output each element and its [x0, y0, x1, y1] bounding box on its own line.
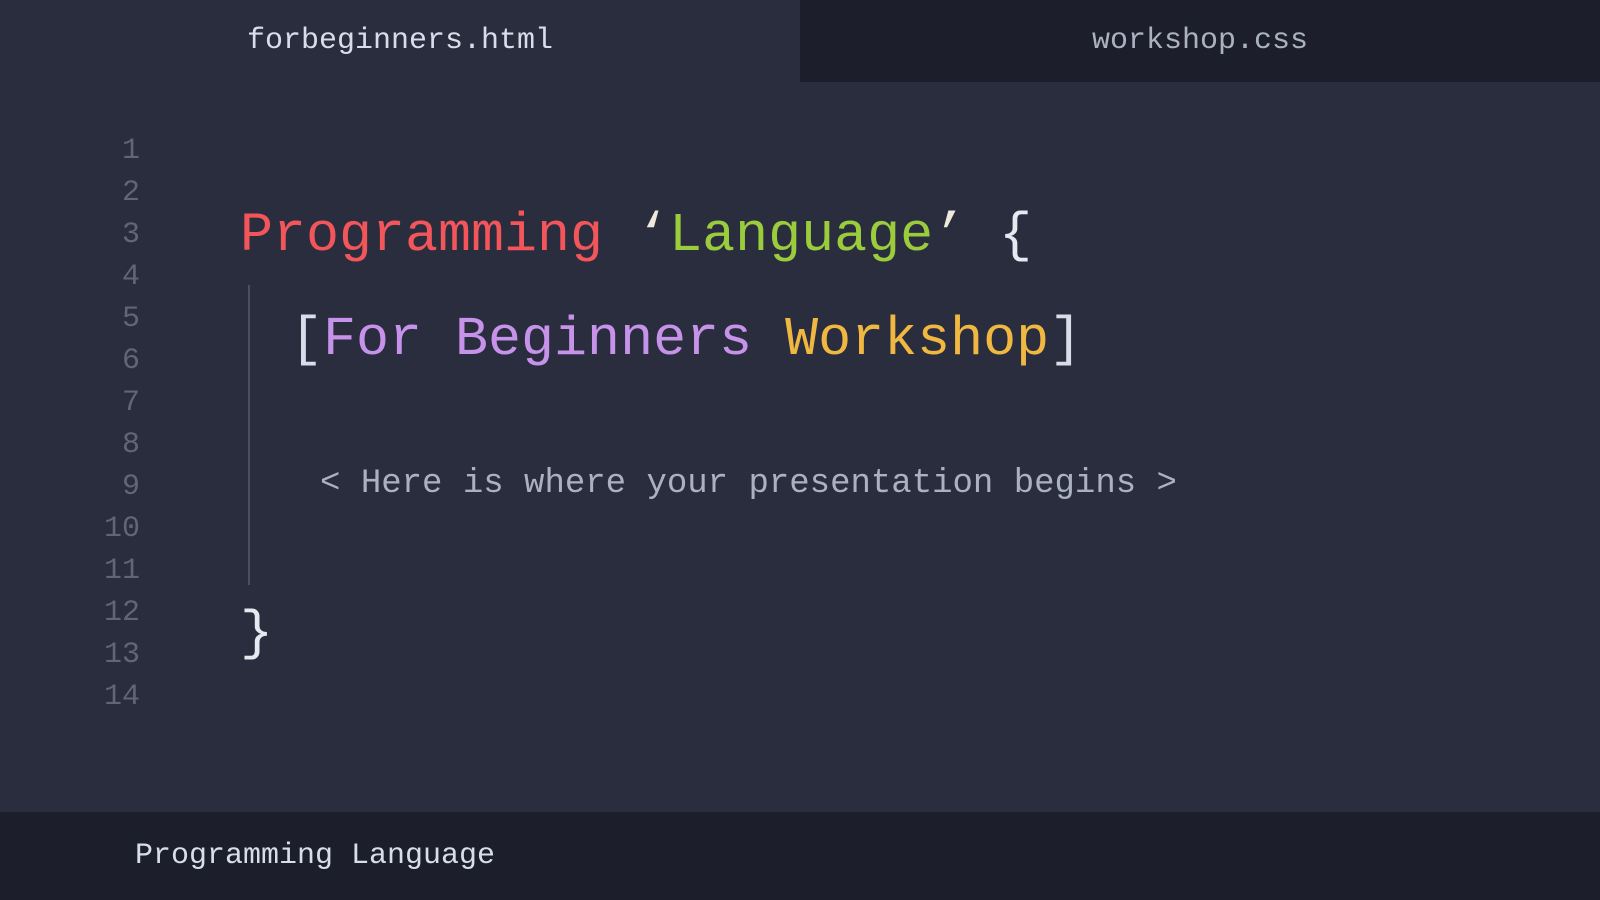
keyword-programming: Programming [240, 204, 603, 267]
description-line: < Here is where your presentation begins… [320, 465, 1177, 503]
text-for-beginners: For Beginners [323, 308, 752, 371]
line-number: 10 [104, 508, 140, 550]
angle-close: > [1136, 465, 1177, 503]
subtitle-line: [For Beginners Workshop] [290, 308, 1082, 371]
string-language: Language [669, 204, 933, 267]
tab-bar: forbeginners.html workshop.css [0, 0, 1600, 82]
line-number: 9 [122, 466, 140, 508]
line-number: 6 [122, 340, 140, 382]
quote-close: ’ [933, 204, 966, 267]
editor-content[interactable]: Programming ‘Language’ { [For Beginners … [180, 130, 1600, 812]
angle-open: < [320, 465, 361, 503]
space [752, 308, 785, 371]
brace-open: { [966, 204, 1032, 267]
text-workshop: Workshop [785, 308, 1049, 371]
title-line: Programming ‘Language’ { [240, 204, 1032, 267]
line-number: 5 [122, 298, 140, 340]
indent-guide [248, 285, 250, 585]
line-number: 3 [122, 214, 140, 256]
line-number: 7 [122, 382, 140, 424]
quote-open: ‘ [636, 204, 669, 267]
tab-workshop-css[interactable]: workshop.css [800, 0, 1600, 82]
line-number: 8 [122, 424, 140, 466]
line-number-gutter: 1 2 3 4 5 6 7 8 9 10 11 12 13 14 [0, 130, 180, 812]
line-number: 12 [104, 592, 140, 634]
line-number: 4 [122, 256, 140, 298]
bracket-close: ] [1049, 308, 1082, 371]
bracket-open: [ [290, 308, 323, 371]
line-number: 14 [104, 676, 140, 718]
line-number: 13 [104, 634, 140, 676]
line-number: 2 [122, 172, 140, 214]
brace-close: } [240, 602, 273, 665]
editor-viewport: 1 2 3 4 5 6 7 8 9 10 11 12 13 14 Program… [0, 82, 1600, 812]
description-text: Here is where your presentation begins [361, 465, 1136, 503]
status-bar: Programming Language [0, 812, 1600, 900]
tab-forbeginners-html[interactable]: forbeginners.html [0, 0, 800, 82]
status-text: Programming Language [135, 839, 495, 873]
space [603, 204, 636, 267]
line-number: 1 [122, 130, 140, 172]
line-number: 11 [104, 550, 140, 592]
